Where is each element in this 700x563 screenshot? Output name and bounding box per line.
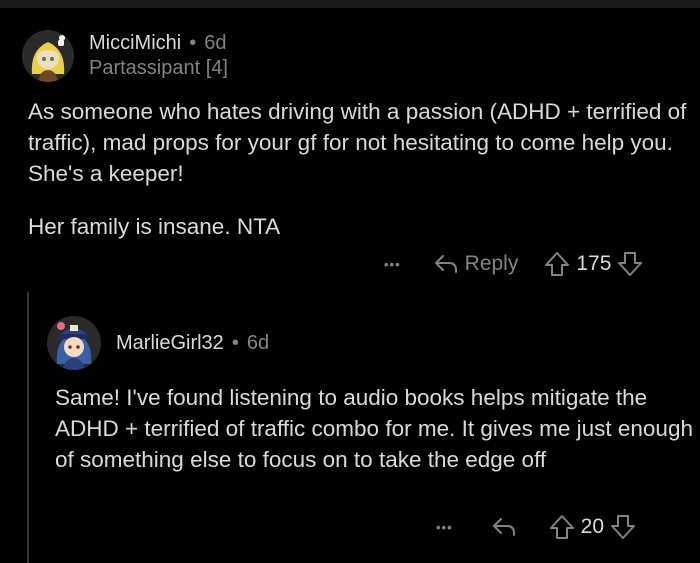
vote-controls: 175 — [544, 251, 643, 277]
avatar[interactable] — [47, 316, 101, 370]
vote-controls: 20 — [549, 514, 636, 540]
upvote-icon[interactable] — [549, 514, 575, 540]
separator-dot: • — [231, 331, 239, 354]
comment-age[interactable]: 6d — [204, 32, 226, 55]
upvote-icon[interactable] — [544, 251, 570, 277]
avatar[interactable] — [22, 30, 74, 82]
comment-paragraph: As someone who hates driving with a pass… — [28, 99, 687, 186]
downvote-icon[interactable] — [610, 514, 636, 540]
author-line: MicciMichi • 6d — [89, 30, 226, 56]
comment-body: Same! I've found listening to audio book… — [55, 382, 695, 475]
top-bar — [0, 0, 700, 8]
author-name[interactable]: MicciMichi — [89, 32, 181, 55]
comment-actions: ••• Reply 175 — [384, 250, 643, 278]
vote-score: 175 — [576, 252, 612, 275]
author-name[interactable]: MarlieGirl32 — [116, 332, 224, 355]
comment-paragraph: Her family is insane. NTA — [28, 214, 281, 239]
more-options-button[interactable]: ••• — [436, 520, 453, 535]
comment-paragraph: Same! I've found listening to audio book… — [55, 385, 693, 472]
reply-button[interactable] — [491, 516, 517, 538]
comment-body: As someone who hates driving with a pass… — [28, 96, 688, 242]
more-options-button[interactable]: ••• — [384, 257, 401, 272]
avatar-image-icon — [22, 30, 74, 82]
comment-age[interactable]: 6d — [247, 332, 269, 355]
comment-actions: ••• 20 — [436, 513, 636, 541]
reply-button[interactable]: Reply — [433, 252, 519, 276]
thread-line[interactable] — [27, 292, 29, 563]
reply-arrow-icon — [434, 255, 457, 273]
separator-dot: • — [189, 31, 197, 54]
avatar-image-icon — [47, 316, 101, 370]
reply-label: Reply — [464, 252, 519, 275]
downvote-icon[interactable] — [617, 251, 643, 277]
user-flair: Partassipant [4] — [89, 57, 228, 79]
vote-score: 20 — [580, 515, 605, 538]
reply-arrow-icon — [492, 518, 515, 536]
author-line: MarlieGirl32 • 6d — [116, 330, 269, 356]
